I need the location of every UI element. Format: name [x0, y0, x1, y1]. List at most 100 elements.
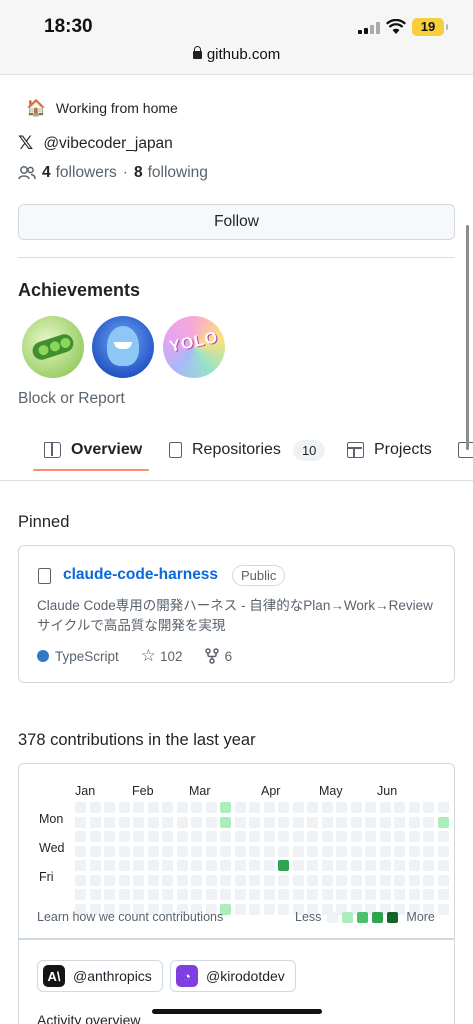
contribution-day-cell[interactable]: [205, 831, 217, 842]
contribution-day-cell[interactable]: [423, 874, 434, 886]
contribution-day-cell[interactable]: [423, 860, 434, 871]
contribution-day-cell[interactable]: [234, 831, 246, 842]
contribution-day-cell[interactable]: [249, 831, 260, 842]
repo-name-link[interactable]: claude-code-harness: [63, 566, 218, 584]
org-filter-anthropics[interactable]: A\ @anthropics: [37, 960, 163, 992]
social-link-x[interactable]: 𝕏 @vibecoder_japan: [18, 132, 173, 155]
contribution-day-cell[interactable]: [205, 845, 217, 857]
contribution-day-cell[interactable]: [220, 802, 231, 813]
contribution-day-cell[interactable]: [278, 831, 289, 842]
contribution-day-cell[interactable]: [191, 860, 202, 871]
contribution-day-cell[interactable]: [278, 845, 289, 857]
contribution-day-cell[interactable]: [278, 860, 289, 871]
contribution-day-cell[interactable]: [263, 903, 275, 915]
contribution-day-cell[interactable]: [234, 802, 246, 813]
contribution-day-cell[interactable]: [365, 845, 376, 857]
contribution-day-cell[interactable]: [321, 802, 333, 813]
contribution-day-cell[interactable]: [278, 903, 289, 915]
contribution-day-cell[interactable]: [336, 860, 347, 871]
contribution-day-cell[interactable]: [292, 860, 304, 871]
follow-button[interactable]: Follow: [18, 204, 455, 240]
contribution-day-cell[interactable]: [205, 860, 217, 871]
contribution-day-cell[interactable]: [321, 845, 333, 857]
contribution-day-cell[interactable]: [147, 874, 159, 886]
contribution-day-cell[interactable]: [220, 831, 231, 842]
contribution-day-cell[interactable]: [365, 816, 376, 828]
contribution-day-cell[interactable]: [379, 889, 391, 900]
contribution-day-cell[interactable]: [191, 831, 202, 842]
yolo-badge[interactable]: YOLO: [163, 316, 225, 378]
contribution-day-cell[interactable]: [292, 889, 304, 900]
contribution-day-cell[interactable]: [437, 860, 449, 871]
contribution-day-cell[interactable]: [75, 860, 86, 871]
fork-count[interactable]: 6: [225, 649, 233, 664]
contribution-day-cell[interactable]: [423, 889, 434, 900]
contribution-day-cell[interactable]: [423, 831, 434, 842]
contribution-day-cell[interactable]: [408, 889, 420, 900]
contribution-day-cell[interactable]: [379, 802, 391, 813]
block-or-report-link[interactable]: Block or Report: [18, 390, 125, 408]
contribution-day-cell[interactable]: [75, 816, 86, 828]
contribution-day-cell[interactable]: [292, 845, 304, 857]
contribution-day-cell[interactable]: [408, 816, 420, 828]
contribution-day-cell[interactable]: [408, 802, 420, 813]
contribution-day-cell[interactable]: [249, 874, 260, 886]
contribution-day-cell[interactable]: [162, 845, 173, 857]
contribution-day-cell[interactable]: [104, 845, 115, 857]
contribution-day-cell[interactable]: [191, 889, 202, 900]
contribution-day-cell[interactable]: [278, 874, 289, 886]
contribution-day-cell[interactable]: [307, 845, 318, 857]
contribution-day-cell[interactable]: [249, 889, 260, 900]
contribution-day-cell[interactable]: [205, 889, 217, 900]
contribution-day-cell[interactable]: [321, 889, 333, 900]
contribution-day-cell[interactable]: [234, 889, 246, 900]
contribution-day-cell[interactable]: [379, 816, 391, 828]
contribution-day-cell[interactable]: [307, 860, 318, 871]
contribution-day-cell[interactable]: [75, 831, 86, 842]
contribution-day-cell[interactable]: [263, 802, 275, 813]
contribution-day-cell[interactable]: [89, 860, 101, 871]
contribution-day-cell[interactable]: [379, 831, 391, 842]
contribution-day-cell[interactable]: [162, 889, 173, 900]
contribution-day-cell[interactable]: [176, 860, 188, 871]
contribution-day-cell[interactable]: [263, 816, 275, 828]
contribution-day-cell[interactable]: [176, 802, 188, 813]
contribution-day-cell[interactable]: [423, 816, 434, 828]
contribution-day-cell[interactable]: [336, 889, 347, 900]
contribution-day-cell[interactable]: [191, 845, 202, 857]
contribution-day-cell[interactable]: [220, 874, 231, 886]
contribution-day-cell[interactable]: [118, 889, 130, 900]
learn-contributions-link[interactable]: Learn how we count contributions: [37, 910, 223, 924]
contribution-day-cell[interactable]: [307, 874, 318, 886]
contribution-day-cell[interactable]: [162, 860, 173, 871]
contribution-day-cell[interactable]: [249, 903, 260, 915]
contribution-day-cell[interactable]: [249, 845, 260, 857]
contribution-day-cell[interactable]: [162, 831, 173, 842]
contribution-day-cell[interactable]: [162, 816, 173, 828]
contribution-day-cell[interactable]: [176, 889, 188, 900]
contribution-day-cell[interactable]: [118, 860, 130, 871]
contribution-day-cell[interactable]: [75, 802, 86, 813]
contribution-day-cell[interactable]: [133, 874, 144, 886]
following-link[interactable]: 8 following: [134, 164, 208, 182]
contribution-day-cell[interactable]: [263, 874, 275, 886]
contribution-day-cell[interactable]: [176, 845, 188, 857]
contribution-day-cell[interactable]: [278, 889, 289, 900]
contribution-day-cell[interactable]: [220, 889, 231, 900]
contribution-day-cell[interactable]: [394, 816, 405, 828]
contribution-day-cell[interactable]: [321, 860, 333, 871]
contribution-day-cell[interactable]: [176, 874, 188, 886]
contribution-day-cell[interactable]: [336, 816, 347, 828]
contribution-day-cell[interactable]: [350, 860, 362, 871]
contribution-day-cell[interactable]: [75, 845, 86, 857]
contribution-day-cell[interactable]: [307, 889, 318, 900]
contribution-day-cell[interactable]: [263, 860, 275, 871]
contribution-day-cell[interactable]: [220, 816, 231, 828]
tab-repositories[interactable]: Repositories 10: [169, 435, 326, 465]
contribution-day-cell[interactable]: [104, 860, 115, 871]
contribution-day-cell[interactable]: [307, 802, 318, 813]
contribution-day-cell[interactable]: [365, 860, 376, 871]
contribution-day-cell[interactable]: [437, 903, 449, 915]
contribution-day-cell[interactable]: [379, 874, 391, 886]
pair-extraordinaire-badge[interactable]: [22, 316, 84, 378]
